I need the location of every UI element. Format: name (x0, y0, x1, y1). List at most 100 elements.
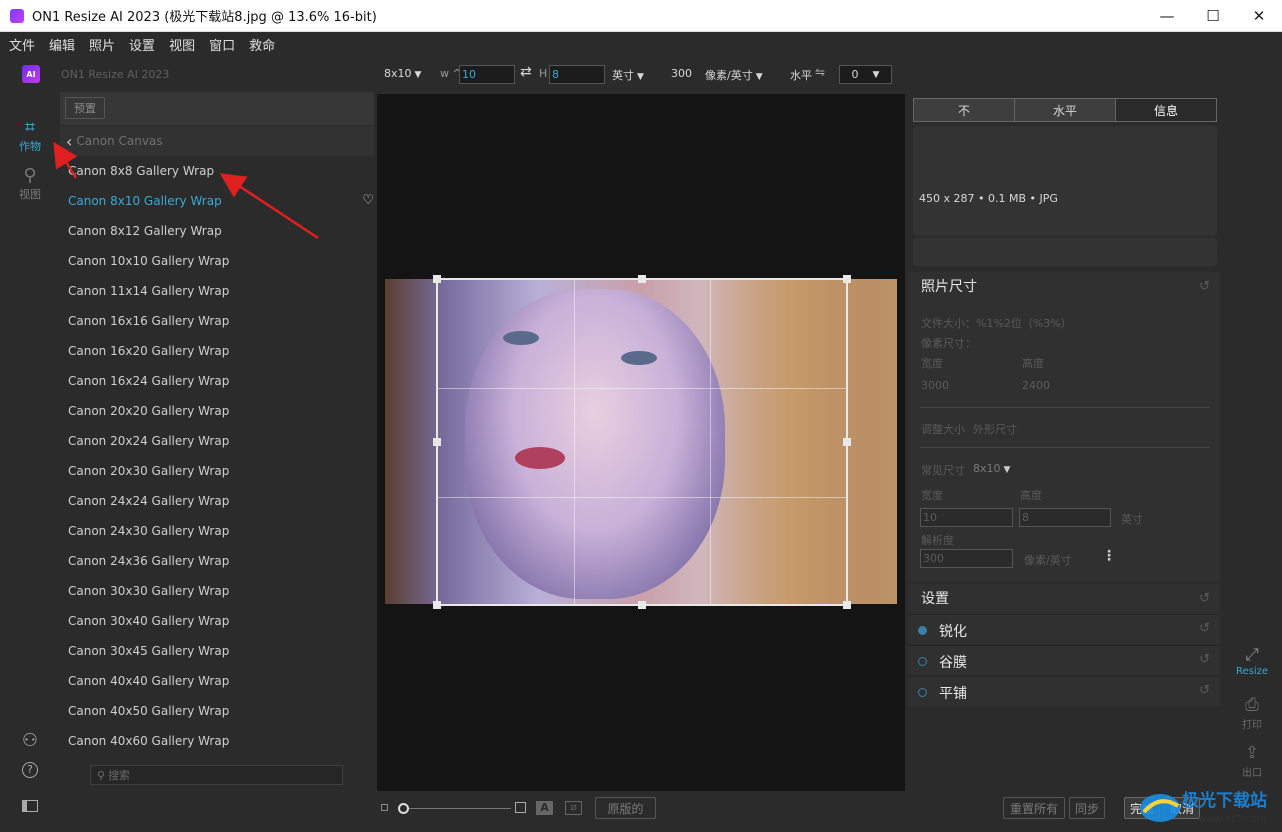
menu-help[interactable]: 救命 (249, 35, 275, 54)
menu-photo[interactable]: 照片 (89, 35, 115, 54)
preset-item[interactable]: Canon 24x24 Gallery Wrap (60, 486, 374, 516)
height-input[interactable] (549, 65, 605, 84)
preset-item[interactable]: Canon 24x36 Gallery Wrap (60, 546, 374, 576)
disabled-dot-icon[interactable] (918, 657, 927, 666)
preset-item[interactable]: Canon 16x20 Gallery Wrap (60, 336, 374, 366)
user-icon[interactable]: ⚇ (0, 730, 60, 751)
help-button[interactable]: ? (0, 762, 60, 778)
maximize-button[interactable]: ☐ (1190, 0, 1236, 32)
disabled-dot-icon[interactable] (918, 688, 927, 697)
compare-a-icon[interactable]: A (536, 801, 553, 815)
panel-toggle-icon[interactable] (0, 800, 60, 815)
preset-item[interactable]: Canon 24x30 Gallery Wrap (60, 516, 374, 546)
preset-item[interactable]: Canon 30x45 Gallery Wrap (60, 636, 374, 666)
common-size-dropdown[interactable]: 8x10 ▼ (973, 462, 1010, 475)
crop-handle[interactable] (433, 438, 441, 446)
chevron-left-icon[interactable]: ‹ (66, 132, 72, 151)
reset-all-button[interactable]: 重置所有 (1003, 797, 1065, 819)
preset-item[interactable]: Canon 8x12 Gallery Wrap (60, 216, 374, 246)
crop-tool[interactable]: ⌗ 作物 (0, 118, 60, 154)
preset-item[interactable]: Canon 16x24 Gallery Wrap (60, 366, 374, 396)
preset-search-input[interactable]: ⚲ 搜索 (90, 765, 343, 785)
zoom-in-icon[interactable] (515, 802, 526, 813)
photo-size-header[interactable]: 照片尺寸 ↺ (908, 272, 1220, 302)
breadcrumb-label: Canon Canvas (76, 134, 163, 148)
crop-handle[interactable] (638, 601, 646, 609)
preset-item[interactable]: Canon 20x30 Gallery Wrap (60, 456, 374, 486)
reset-icon[interactable]: ↺ (1199, 683, 1210, 698)
view-tool[interactable]: ⚲ 视图 (0, 166, 60, 202)
heart-icon[interactable]: ♡ (362, 186, 374, 216)
preset-item[interactable]: Canon 40x40 Gallery Wrap (60, 666, 374, 696)
image-canvas[interactable] (377, 94, 905, 791)
split-view-icon[interactable]: ⧄ (565, 801, 582, 815)
preset-item[interactable]: Canon 10x10 Gallery Wrap (60, 246, 374, 276)
zoom-out-icon[interactable] (381, 804, 388, 811)
crop-handle[interactable] (843, 438, 851, 446)
height-field[interactable]: 8 (1019, 508, 1111, 527)
preset-item[interactable]: Canon 40x50 Gallery Wrap (60, 696, 374, 726)
original-button[interactable]: 原版的 (595, 797, 656, 819)
sync-button[interactable]: 同步 (1069, 797, 1105, 819)
crop-icon: ⌗ (24, 117, 36, 138)
resize-label[interactable]: 调整大小 (921, 421, 965, 437)
crop-box[interactable] (433, 275, 851, 609)
crop-handle[interactable] (843, 601, 851, 609)
close-button[interactable]: ✕ (1236, 0, 1282, 32)
preset-item[interactable]: Canon 8x8 Gallery Wrap (60, 156, 374, 186)
module-print[interactable]: ⎙ 打印 (1222, 694, 1282, 731)
preset-item[interactable]: Canon 16x16 Gallery Wrap (60, 306, 374, 336)
settings-header[interactable]: 设置 ↺ (908, 584, 1220, 614)
enabled-dot-icon[interactable] (918, 626, 927, 635)
preset-item-selected[interactable]: Canon 8x10 Gallery Wrap ♡ (60, 186, 374, 216)
zoom-slider-track[interactable] (401, 808, 511, 809)
width-input[interactable] (459, 65, 515, 84)
pixel-height-value: 2400 (1022, 379, 1050, 392)
preset-tab[interactable]: 预置 (65, 97, 105, 119)
level-icon[interactable]: ⇋ (815, 65, 825, 79)
tab-info[interactable]: 信息 (1116, 99, 1216, 121)
swap-icon[interactable]: ⇄ (520, 64, 532, 80)
reset-icon[interactable]: ↺ (1199, 584, 1210, 614)
tab-none[interactable]: 不 (914, 99, 1015, 121)
crop-handle[interactable] (638, 275, 646, 283)
preset-item[interactable]: Canon 20x24 Gallery Wrap (60, 426, 374, 456)
setting-film-grain[interactable]: 谷膜 ↺ (908, 645, 1220, 675)
menu-edit[interactable]: 编辑 (49, 35, 75, 54)
menu-window[interactable]: 窗口 (209, 35, 235, 54)
unit-dropdown[interactable]: 英寸 ▼ (612, 67, 644, 83)
preset-size-dropdown[interactable]: 8x10 ▼ (384, 67, 421, 80)
menu-settings[interactable]: 设置 (129, 35, 155, 54)
preset-item[interactable]: Canon 30x30 Gallery Wrap (60, 576, 374, 606)
width-field[interactable]: 10 (920, 508, 1013, 527)
resolution-field[interactable]: 300 (920, 549, 1013, 568)
shape-size-label[interactable]: 外形尺寸 (973, 421, 1017, 437)
setting-sharpen[interactable]: 锐化 ↺ (908, 614, 1220, 644)
preset-item[interactable]: Canon 40x60 Gallery Wrap (60, 726, 374, 756)
menu-view[interactable]: 视图 (169, 35, 195, 54)
tab-horizontal[interactable]: 水平 (1015, 99, 1116, 121)
setting-tiling[interactable]: 平铺 ↺ (908, 676, 1220, 706)
preset-item[interactable]: Canon 20x20 Gallery Wrap (60, 396, 374, 426)
preset-breadcrumb[interactable]: ‹ Canon Canvas (60, 126, 374, 156)
menu-file[interactable]: 文件 (9, 35, 35, 54)
level-dropdown[interactable]: 0 ▼ (839, 65, 892, 84)
minimize-button[interactable]: — (1144, 0, 1190, 32)
crop-handle[interactable] (433, 275, 441, 283)
preset-item[interactable]: Canon 30x40 Gallery Wrap (60, 606, 374, 636)
module-resize[interactable]: ⤢ Resize (1222, 644, 1282, 677)
chevron-down-icon: ▼ (637, 72, 644, 82)
search-icon: ⚲ (97, 768, 106, 782)
module-export[interactable]: ⇪ 出口 (1222, 742, 1282, 779)
zoom-slider-knob[interactable] (398, 803, 409, 814)
crop-handle[interactable] (843, 275, 851, 283)
res-unit-dropdown[interactable]: 像素/英寸 ▼ (705, 67, 763, 83)
reset-icon[interactable]: ↺ (1199, 621, 1210, 636)
preset-item[interactable]: Canon 11x14 Gallery Wrap (60, 276, 374, 306)
crop-handle[interactable] (433, 601, 441, 609)
reset-icon[interactable]: ↺ (1199, 272, 1210, 302)
reset-icon[interactable]: ↺ (1199, 652, 1210, 667)
more-options-icon[interactable]: ⋮ (1102, 548, 1116, 564)
chevron-down-icon: ▼ (414, 70, 422, 80)
pixel-size-label: 像素尺寸： (921, 337, 976, 350)
